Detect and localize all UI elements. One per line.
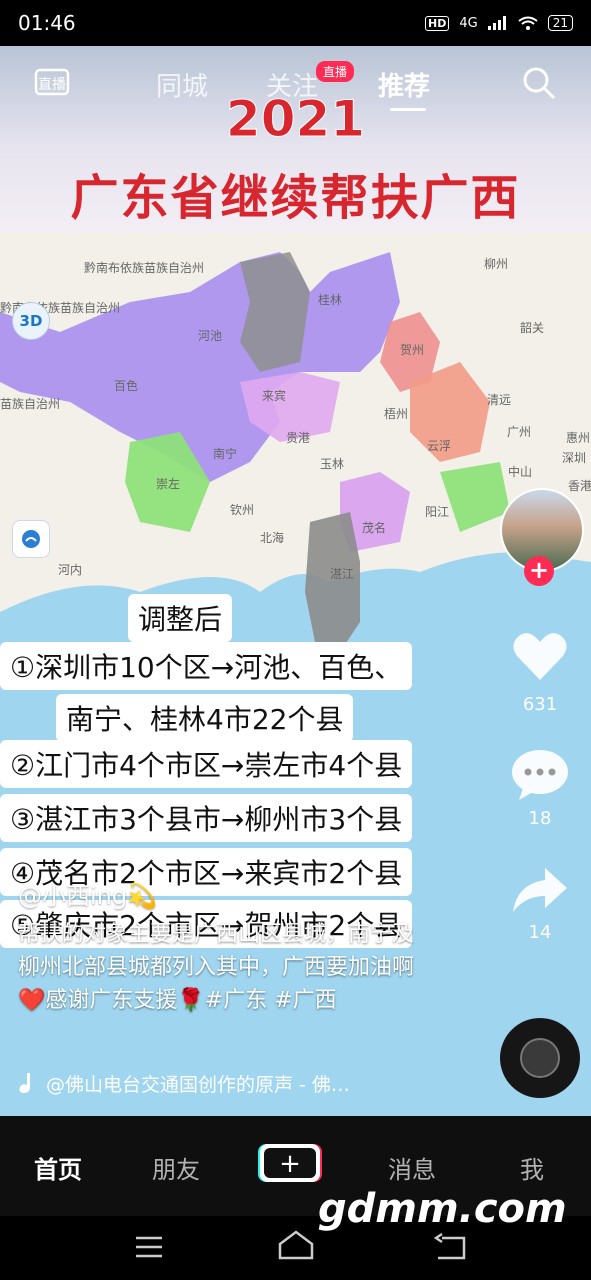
hd-icon: HD (425, 15, 450, 31)
svg-text:云浮: 云浮 (427, 439, 451, 453)
create-button[interactable]: + (258, 1142, 322, 1184)
network-indicator: 4G (459, 15, 478, 31)
svg-text:中山: 中山 (508, 464, 532, 479)
tab-me[interactable]: 我 (520, 1150, 544, 1185)
watermark: gdmm.com (318, 1186, 567, 1232)
svg-text:来宾: 来宾 (262, 388, 286, 403)
overlay-title: 调整后 (128, 594, 233, 642)
create-label: + (279, 1149, 301, 1179)
wifi-icon (518, 16, 538, 30)
battery-icon: 21 (547, 15, 573, 31)
music-disc[interactable] (500, 1018, 580, 1098)
svg-text:钦州: 钦州 (230, 503, 254, 517)
banner-title: 广东省继续帮扶广西 (70, 170, 521, 226)
overlay-line-3: ②江门市4个市区→崇左市4个县 (0, 740, 413, 788)
post-description: 帮扶的对象主要是广西山区县城，南宁及柳州北部县城都列入其中，广西要加油啊❤️感谢… (18, 922, 415, 1013)
plus-icon: + (258, 1144, 322, 1182)
map-3d-badge: 3D (12, 302, 50, 340)
live-badge: 直播 (316, 61, 355, 82)
svg-text:玉林: 玉林 (320, 457, 344, 471)
svg-text:河池: 河池 (198, 329, 222, 343)
overlay-line-2: 南宁、桂林4市22个县 (56, 694, 354, 742)
svg-text:北海: 北海 (260, 530, 284, 545)
svg-text:崇左: 崇左 (156, 476, 180, 491)
svg-text:深圳: 深圳 (562, 451, 586, 465)
svg-text:桂林: 桂林 (318, 292, 342, 307)
svg-text:湛江: 湛江 (330, 567, 354, 581)
svg-text:韶关: 韶关 (520, 320, 544, 335)
music-title: @佛山电台交通国创作的原声 - 佛… (46, 1074, 350, 1096)
svg-text:贺州: 贺州 (400, 343, 424, 357)
status-time: 01:46 (18, 11, 76, 35)
music-note-icon (19, 1072, 30, 1093)
svg-text:南宁: 南宁 (213, 446, 237, 461)
comment-count: 18 (528, 808, 552, 829)
follow-button[interactable]: + (524, 556, 554, 586)
author-name[interactable]: @小西ing💫 (18, 876, 157, 911)
tab-home[interactable]: 首页 (34, 1150, 82, 1185)
tab-messages[interactable]: 消息 (388, 1150, 436, 1185)
svg-text:阳江: 阳江 (425, 505, 449, 519)
svg-text:惠州: 惠州 (566, 431, 590, 445)
svg-text:河内: 河内 (58, 563, 82, 577)
svg-text:清远: 清远 (487, 393, 511, 407)
like-icon[interactable] (511, 630, 569, 682)
live-icon-label: 直播 (38, 76, 66, 93)
svg-text:百色: 百色 (114, 379, 138, 393)
overlay-line-1: ①深圳市10个区→河池、百色、 (0, 642, 413, 690)
comment-icon[interactable] (511, 748, 569, 800)
svg-text:贵港: 贵港 (286, 431, 310, 445)
svg-text:黔南布依族苗族自治州: 黔南布依族苗族自治州 (84, 260, 204, 275)
status-bar: 01:46 HD 4G 21 (0, 0, 591, 46)
music-cover (520, 1038, 560, 1078)
tab-recommended[interactable]: 推荐 (378, 66, 430, 103)
share-count: 14 (528, 922, 552, 943)
share-icon[interactable] (511, 864, 569, 916)
svg-text:广州: 广州 (507, 425, 531, 439)
back-icon[interactable] (434, 1232, 468, 1260)
music-info[interactable]: @佛山电台交通国创作的原声 - 佛… (18, 1070, 418, 1097)
home-icon[interactable] (276, 1230, 316, 1260)
active-tab-indicator (390, 108, 426, 111)
svg-text:苗族自治州: 苗族自治州 (0, 397, 60, 411)
tab-following[interactable]: 关注 (266, 66, 318, 103)
search-icon[interactable] (522, 66, 556, 100)
satellite-icon (12, 520, 50, 558)
svg-text:柳州: 柳州 (484, 257, 508, 271)
tab-nearby[interactable]: 同城 (156, 66, 208, 103)
svg-text:梧州: 梧州 (384, 406, 408, 421)
svg-text:香港: 香港 (568, 479, 591, 493)
tab-friends[interactable]: 朋友 (152, 1150, 200, 1185)
overlay-line-4: ③湛江市3个县市→柳州市3个县 (0, 794, 413, 842)
svg-text:茂名: 茂名 (362, 520, 386, 535)
like-count: 631 (522, 694, 558, 715)
signal-icon (487, 16, 506, 30)
menu-icon[interactable] (134, 1234, 164, 1260)
live-icon[interactable]: 直播 (34, 64, 70, 98)
